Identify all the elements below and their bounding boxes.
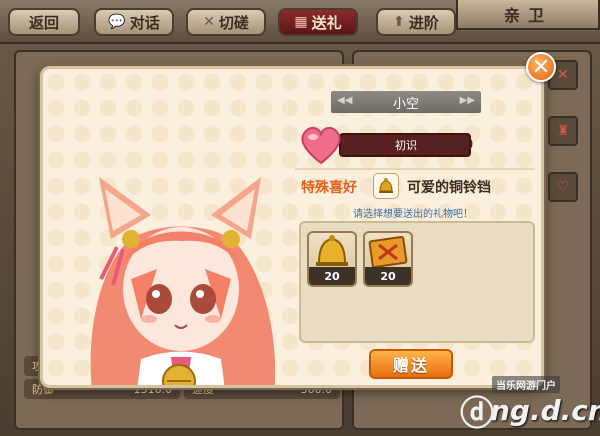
divider [295, 168, 535, 170]
close-button[interactable]: ✕ [526, 52, 556, 82]
watermark-top: 当乐网游门户 [492, 376, 560, 393]
character-name: 小空 [392, 96, 419, 112]
gift-hint: 请选择想要送出的礼物吧！ [353, 209, 473, 220]
bell-icon [316, 235, 348, 266]
favorite-label: 特殊喜好 [301, 180, 357, 196]
gift-button[interactable]: ▦ 送礼 [278, 8, 358, 36]
equip-slot-armor[interactable]: ♜ [548, 116, 578, 146]
favorite-item-icon [373, 173, 399, 199]
character-name-bar: ◀◀ 小空 ▶▶ [331, 91, 481, 113]
gift-item-book[interactable]: 20 [363, 231, 413, 287]
chat-label: 对话 [129, 13, 160, 32]
weapon-icon: ✕ [557, 67, 569, 83]
advance-label: 进阶 [408, 13, 439, 32]
dress-icon: ♜ [556, 123, 570, 139]
back-button[interactable]: 返回 [8, 8, 80, 36]
gift-count: 20 [365, 267, 411, 285]
speech-bubble-icon: 💬 [108, 14, 126, 30]
gift-label: 送礼 [311, 13, 342, 32]
affection-level: 初识 [395, 139, 417, 152]
chat-button[interactable]: 💬 对话 [94, 8, 174, 36]
book-icon [368, 236, 408, 268]
gift-dialog: ◀◀ 小空 ▶▶ 初识 0/200 特殊喜好 可爱的铜铃铛 请选择想要送出的礼物… [40, 66, 544, 388]
crossed-swords-icon: ✕ [203, 14, 215, 30]
left-arrow-icon: ◀◀ [337, 95, 353, 106]
advance-button[interactable]: ⬆ 进阶 [376, 8, 456, 36]
favorite-item-name: 可爱的铜铃铛 [407, 180, 491, 196]
battle-button[interactable]: ✕ 切磋 [186, 8, 266, 36]
watermark-main: ng.d.cn [490, 394, 600, 427]
top-nav-bar: 返回 💬 对话 ✕ 切磋 ▦ 送礼 ⬆ 进阶 亲卫 [0, 0, 600, 44]
battle-label: 切磋 [218, 13, 249, 32]
gift-box-icon: ▦ [294, 14, 308, 30]
bell-icon [379, 178, 393, 193]
back-label: 返回 [28, 13, 59, 32]
gift-list: 20 20 [299, 221, 535, 343]
equip-slot-accessory[interactable]: ♡ [548, 172, 578, 202]
arrow-up-icon: ⬆ [393, 14, 405, 30]
gift-item-bell[interactable]: 20 [307, 231, 357, 287]
gift-count: 20 [309, 267, 355, 285]
affection-value: 0/200 [433, 137, 474, 153]
character-portrait [90, 177, 276, 385]
necklace-icon: ♡ [556, 179, 570, 195]
watermark: ⓓ 当乐网游门户 ng.d.cn [460, 372, 600, 436]
heart-icon [301, 126, 341, 165]
send-gift-button[interactable]: 赠送 [369, 349, 453, 379]
page-title: 亲卫 [456, 0, 600, 30]
equipment-slots: ✕ ♜ ♡ [548, 60, 580, 228]
right-arrow-icon: ▶▶ [459, 95, 475, 106]
dangle-logo-icon: ⓓ [460, 394, 494, 434]
close-icon: ✕ [531, 54, 551, 80]
